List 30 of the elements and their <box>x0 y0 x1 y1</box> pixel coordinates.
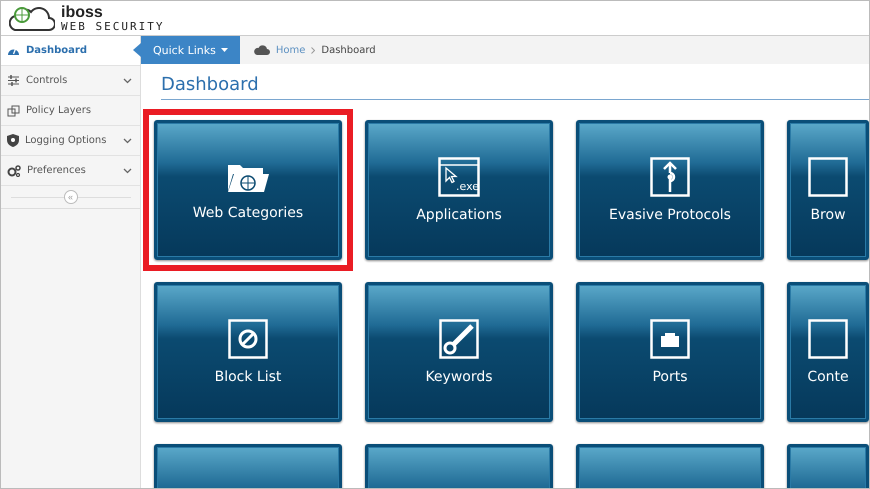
sidebar-item[interactable]: Policy Layers <box>1 96 140 126</box>
dashboard-tile[interactable]: Brow <box>787 120 869 260</box>
no-entry-icon <box>228 319 268 359</box>
dashboard-tile[interactable]: Conte <box>787 282 869 422</box>
window-frame-icon <box>808 157 848 197</box>
cloud-globe-logo-icon <box>9 4 55 32</box>
brand-subtitle: WEB SECURITY <box>61 20 164 32</box>
window-cursor-icon <box>438 157 480 197</box>
arrow-loop-icon <box>650 157 690 197</box>
sliders-icon <box>7 75 20 86</box>
breadcrumb-link[interactable]: Dashboard <box>321 44 376 56</box>
dashboard-tile[interactable]: Ports <box>576 282 764 422</box>
sidebar-item[interactable]: Dashboard <box>1 36 140 66</box>
dashboard-tile[interactable]: Block List <box>154 282 342 422</box>
network-port-icon <box>650 319 690 359</box>
dashboard-tile[interactable]: Evasive Protocols <box>576 120 764 260</box>
caret-icon <box>220 48 228 52</box>
dashboard-tile[interactable]: Keywords <box>365 282 553 422</box>
layers-icon <box>7 104 20 116</box>
sidebar-item[interactable]: Logging Options <box>1 126 140 156</box>
cloud-icon <box>254 45 270 55</box>
window-frame-icon <box>808 319 848 359</box>
page-title: Dashboard <box>161 74 869 100</box>
brand-name: iboss <box>61 4 104 20</box>
gears-icon <box>7 164 21 176</box>
sidebar-item[interactable]: Controls <box>1 66 140 96</box>
key-icon <box>439 319 479 359</box>
chevron-right-icon <box>311 46 316 54</box>
shield-icon <box>7 134 19 147</box>
dashboard-tile[interactable]: Web Categories <box>154 120 342 260</box>
